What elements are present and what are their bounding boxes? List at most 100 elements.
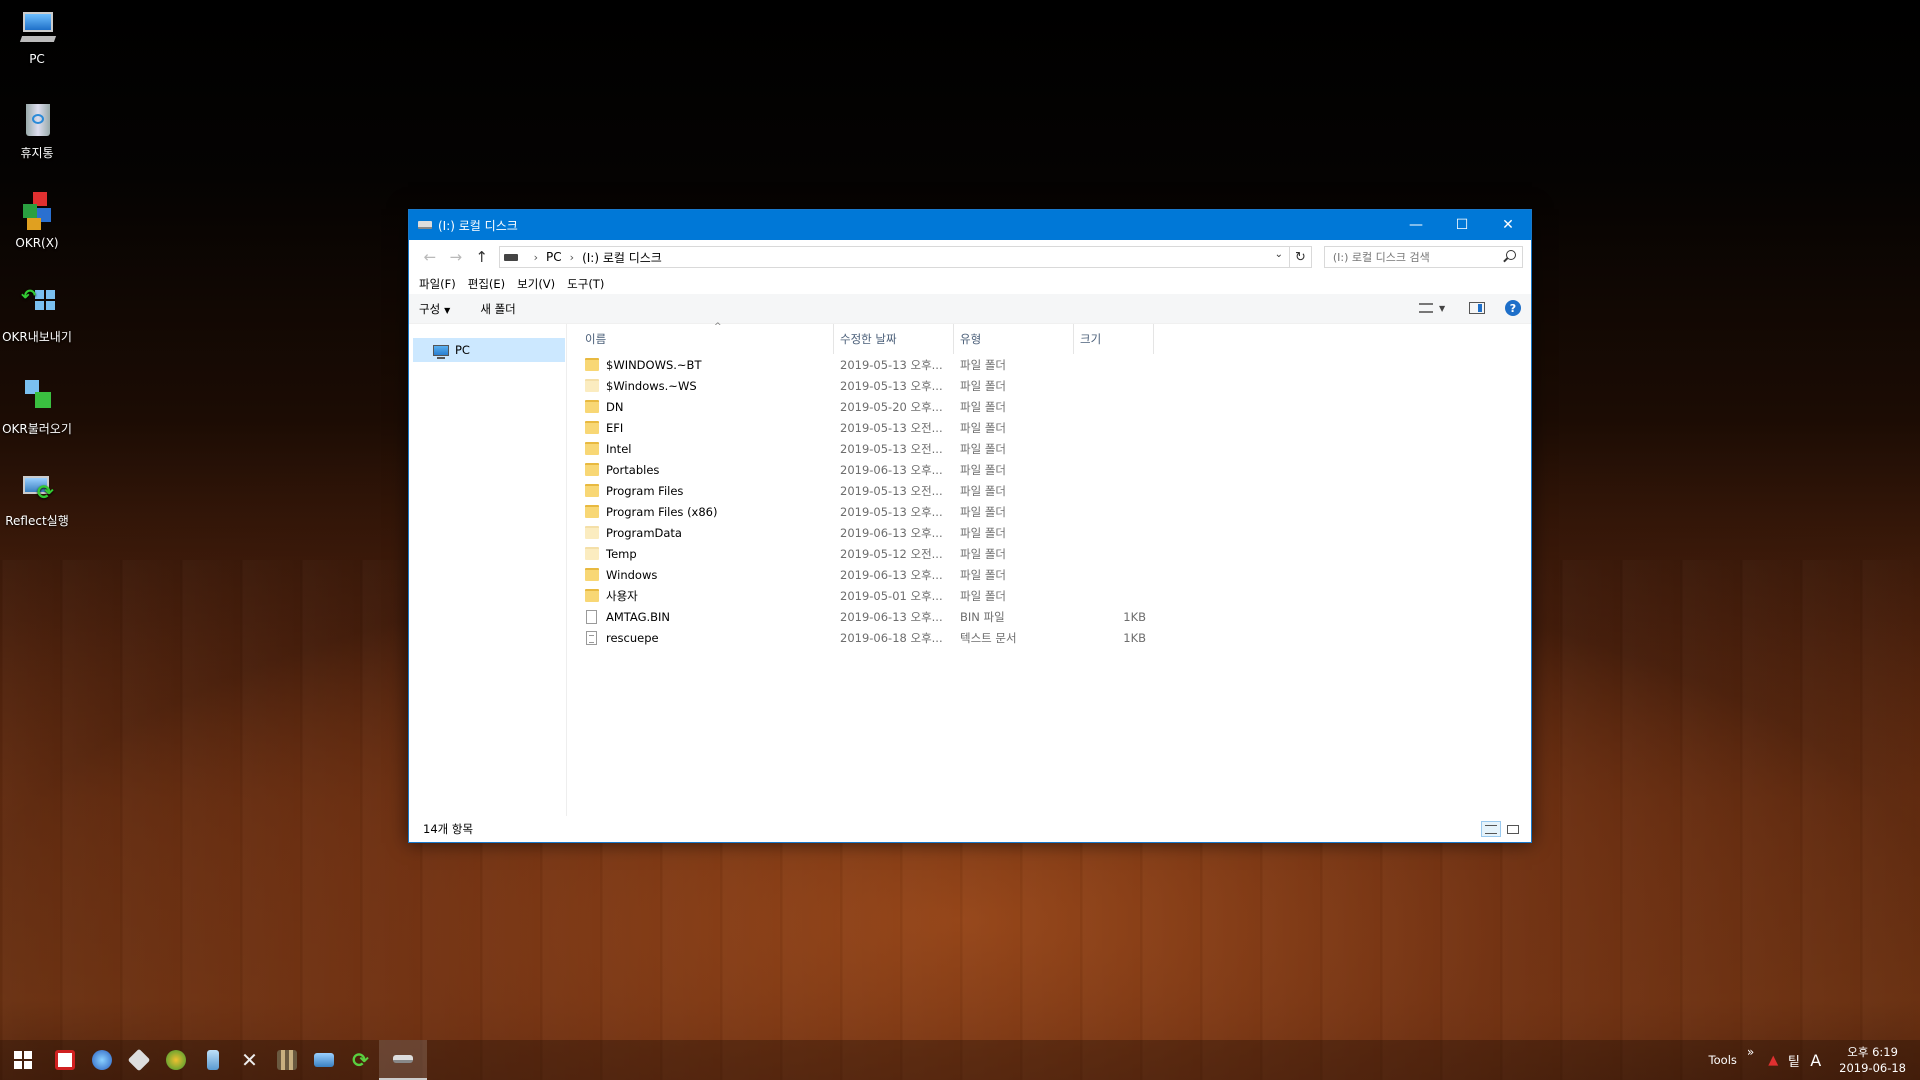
column-header-size[interactable]: 크기 — [1074, 324, 1154, 354]
title-bar[interactable]: (I:) 로컬 디스크 — ☐ ✕ — [409, 210, 1531, 240]
up-button[interactable]: ↑ — [469, 248, 495, 266]
details-view-button[interactable] — [1481, 821, 1501, 837]
taskbar-app-6[interactable]: ✕ — [231, 1040, 268, 1080]
taskbar-app-4[interactable] — [157, 1040, 194, 1080]
new-folder-button[interactable]: 새 폴더 — [480, 301, 515, 317]
desktop-icon-label: OKR불러오기 — [2, 422, 72, 436]
file-name: AMTAG.BIN — [606, 609, 671, 624]
file-row[interactable]: DN 2019-05-20 오후... 파일 폴더 — [579, 396, 1531, 417]
large-icons-view-button[interactable] — [1503, 821, 1523, 837]
menu-view[interactable]: 보기(V) — [517, 276, 555, 292]
file-date: 2019-05-13 오후... — [840, 357, 943, 372]
file-name-cell: EFI — [579, 421, 834, 435]
ime-mode-indicator[interactable]: 팉 — [1788, 1051, 1800, 1070]
column-header-date[interactable]: 수정한 날짜 — [834, 324, 954, 354]
minimize-button[interactable]: — — [1393, 210, 1439, 240]
start-button[interactable] — [0, 1040, 46, 1080]
large-icons-view-icon — [1507, 824, 1519, 834]
taskbar-app-8[interactable] — [305, 1040, 342, 1080]
file-row[interactable]: Windows 2019-06-13 오후... 파일 폴더 — [579, 564, 1531, 585]
taskbar-app-5[interactable] — [194, 1040, 231, 1080]
chevron-right-icon: › — [533, 250, 539, 264]
file-row[interactable]: $Windows.~WS 2019-05-13 오후... 파일 폴더 — [579, 375, 1531, 396]
desktop-icon-pc[interactable]: PC — [0, 8, 74, 66]
column-header-type[interactable]: 유형 — [954, 324, 1074, 354]
desktop-icon-okr[interactable]: OKR(X) — [0, 192, 74, 250]
menu-tools[interactable]: 도구(T) — [567, 276, 604, 292]
refresh-button[interactable]: ↻ — [1289, 246, 1312, 268]
file-name-cell: DN — [579, 400, 834, 414]
file-type: 파일 폴더 — [960, 441, 1006, 456]
file-size: 1KB — [1123, 609, 1146, 624]
back-button[interactable]: ← — [417, 248, 443, 266]
file-row[interactable]: ProgramData 2019-06-13 오후... 파일 폴더 — [579, 522, 1531, 543]
desktop-icon-recycle-bin[interactable]: 휴지통 — [0, 100, 74, 161]
chevron-down-icon[interactable]: ⌄ — [1275, 249, 1283, 260]
tray-overflow-icon[interactable]: » — [1747, 1045, 1754, 1059]
file-type: 파일 폴더 — [960, 588, 1006, 603]
column-header-size-label: 크기 — [1080, 332, 1102, 346]
text-file-icon — [586, 630, 597, 645]
network-warning-icon[interactable]: ▲ — [1768, 1053, 1778, 1068]
menu-edit[interactable]: 편집(E) — [468, 276, 505, 292]
desktop-icon-okr-export[interactable]: ↶ OKR내보내기 — [0, 284, 74, 345]
file-row[interactable]: AMTAG.BIN 2019-06-13 오후... BIN 파일 1KB — [579, 606, 1531, 627]
search-box[interactable] — [1323, 246, 1523, 268]
file-row[interactable]: Program Files (x86) 2019-05-13 오후... 파일 폴더 — [579, 501, 1531, 522]
search-icon[interactable] — [1506, 250, 1516, 260]
help-icon[interactable]: ? — [1505, 300, 1521, 316]
file-row[interactable]: rescuepe 2019-06-18 오후... 텍스트 문서 1KB — [579, 627, 1531, 648]
file-icon — [586, 609, 597, 624]
preview-pane-icon[interactable] — [1469, 302, 1485, 314]
taskbar-app-3[interactable] — [120, 1040, 157, 1080]
folder-icon — [585, 526, 599, 539]
breadcrumb-current[interactable]: (I:) 로컬 디스크 — [582, 249, 662, 266]
taskbar-app-2[interactable] — [83, 1040, 120, 1080]
address-bar[interactable]: › PC › (I:) 로컬 디스크 ⌄ — [498, 246, 1290, 268]
folder-icon — [585, 400, 599, 413]
column-header-name[interactable]: 이름 — [579, 324, 834, 354]
chevron-right-icon: › — [569, 250, 575, 264]
file-type: 파일 폴더 — [960, 483, 1006, 498]
file-row[interactable]: EFI 2019-05-13 오전... 파일 폴더 — [579, 417, 1531, 438]
file-row[interactable]: Program Files 2019-05-13 오전... 파일 폴더 — [579, 480, 1531, 501]
navigation-pane: PC — [409, 324, 567, 816]
desktop-icon-okr-import[interactable]: OKR불러오기 — [0, 376, 74, 437]
file-type: 파일 폴더 — [960, 420, 1006, 435]
file-type: 텍스트 문서 — [960, 630, 1017, 645]
folder-icon — [585, 442, 599, 455]
view-options-button[interactable]: ▼ — [1419, 300, 1449, 316]
file-row[interactable]: Temp 2019-05-12 오전... 파일 폴더 — [579, 543, 1531, 564]
desktop-icon-label: 휴지통 — [20, 146, 54, 160]
desktop-icon-reflect[interactable]: ⟳ Reflect실행 — [0, 468, 74, 529]
caret-down-icon: ▼ — [444, 305, 451, 315]
breadcrumb-pc[interactable]: PC — [546, 250, 562, 264]
file-row[interactable]: $WINDOWS.~BT 2019-05-13 오후... 파일 폴더 — [579, 354, 1531, 375]
taskbar-app-7[interactable] — [268, 1040, 305, 1080]
ime-language-indicator[interactable]: A — [1810, 1051, 1821, 1070]
menu-file[interactable]: 파일(F) — [419, 276, 456, 292]
taskbar-app-explorer[interactable] — [379, 1040, 427, 1080]
nav-item-pc[interactable]: PC — [413, 338, 565, 362]
sort-ascending-icon: ^ — [714, 322, 722, 332]
taskbar-app-9[interactable]: ⟳ — [342, 1040, 379, 1080]
folder-icon — [585, 505, 599, 518]
file-date: 2019-06-13 오후... — [840, 462, 943, 477]
file-name-cell: Windows — [579, 568, 834, 582]
file-name: Temp — [606, 546, 637, 561]
search-input[interactable] — [1332, 250, 1493, 264]
file-row[interactable]: Portables 2019-06-13 오후... 파일 폴더 — [579, 459, 1531, 480]
file-row[interactable]: 사용자 2019-05-01 오후... 파일 폴더 — [579, 585, 1531, 606]
window-title: (I:) 로컬 디스크 — [438, 218, 518, 233]
clock[interactable]: 오후 6:19 2019-06-18 — [1839, 1044, 1906, 1076]
tray-tools-label[interactable]: Tools — [1709, 1053, 1737, 1067]
taskbar-app-1[interactable] — [46, 1040, 83, 1080]
close-button[interactable]: ✕ — [1485, 210, 1531, 240]
forward-button[interactable]: → — [443, 248, 469, 266]
maximize-button[interactable]: ☐ — [1439, 210, 1485, 240]
file-date: 2019-05-13 오전... — [840, 441, 943, 456]
file-name-cell: Portables — [579, 463, 834, 477]
organize-button[interactable]: 구성 ▼ — [419, 301, 450, 317]
okr-export-icon: ↶ — [17, 284, 57, 324]
file-row[interactable]: Intel 2019-05-13 오전... 파일 폴더 — [579, 438, 1531, 459]
